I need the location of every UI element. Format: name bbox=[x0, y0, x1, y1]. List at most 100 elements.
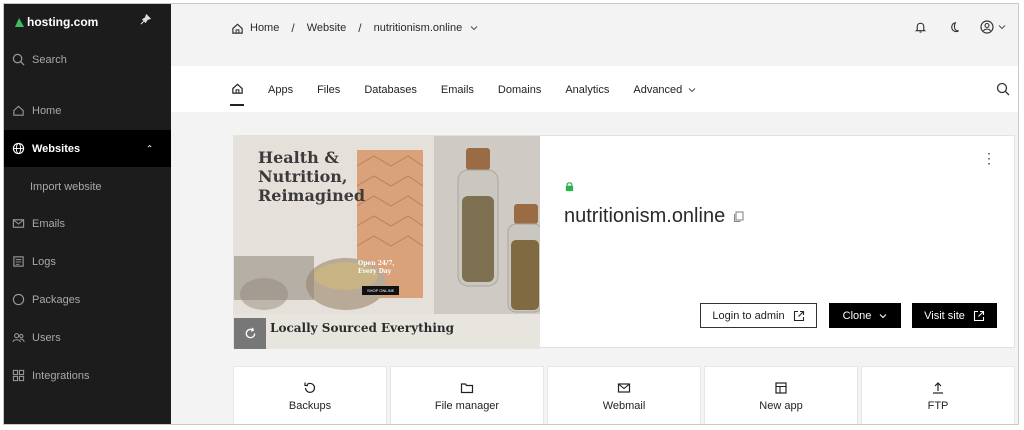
breadcrumb-home-label: Home bbox=[250, 22, 280, 34]
site-tab-bar: Apps Files Databases Emails Domains Anal… bbox=[171, 66, 1018, 112]
upload-icon bbox=[933, 381, 943, 394]
tile-backups[interactable]: Backups bbox=[233, 366, 387, 424]
sidebar-item-label: Home bbox=[32, 104, 62, 117]
site-tabs: Apps Files Databases Emails Domains Anal… bbox=[230, 82, 696, 106]
brand-logo[interactable]: hosting.com bbox=[14, 15, 98, 29]
top-bar: Home / Website / nutritionism.online bbox=[171, 4, 1018, 64]
backup-icon bbox=[304, 382, 316, 393]
search-icon bbox=[12, 53, 25, 66]
package-icon bbox=[12, 293, 25, 306]
site-more-menu-icon[interactable]: ⋮ bbox=[982, 151, 996, 165]
sidebar-item-users[interactable]: Users bbox=[4, 319, 171, 356]
external-link-icon bbox=[973, 310, 984, 321]
home-icon bbox=[13, 105, 24, 116]
tile-ftp[interactable]: FTP bbox=[861, 366, 1015, 424]
chevron-down-icon bbox=[688, 88, 696, 93]
login-to-admin-button[interactable]: Login to admin bbox=[700, 303, 817, 328]
sidebar-item-label: Emails bbox=[32, 217, 66, 230]
breadcrumb-separator: / bbox=[291, 21, 295, 35]
user-avatar-icon bbox=[980, 20, 994, 34]
visit-site-label: Visit site bbox=[924, 309, 965, 322]
breadcrumb: Home / Website / nutritionism.online bbox=[231, 21, 478, 35]
tile-file-manager[interactable]: File manager bbox=[390, 366, 544, 424]
preview-footer: Locally Sourced Everything bbox=[270, 321, 455, 335]
tab-domains[interactable]: Domains bbox=[498, 84, 541, 96]
mail-icon bbox=[617, 382, 631, 393]
ssl-lock-icon bbox=[565, 182, 574, 192]
refresh-preview-button[interactable] bbox=[234, 318, 266, 349]
preview-cta: SHOP ONLINE bbox=[362, 286, 400, 295]
refresh-icon bbox=[245, 327, 255, 339]
site-domain: nutritionism.online bbox=[564, 205, 745, 228]
site-preview-thumbnail[interactable]: Health & Nutrition, Reimagined Open 24/7… bbox=[234, 136, 540, 349]
sidebar-item-logs[interactable]: Logs bbox=[4, 243, 171, 280]
sidebar-item-label: Logs bbox=[32, 255, 56, 268]
sidebar-item-home[interactable]: Home bbox=[4, 92, 171, 129]
breadcrumb-site-label: nutritionism.online bbox=[373, 22, 463, 34]
preview-headline: Health & Nutrition, Reimagined bbox=[258, 148, 366, 205]
tile-label: File manager bbox=[434, 399, 500, 412]
account-menu[interactable] bbox=[980, 20, 1006, 34]
clone-button[interactable]: Clone bbox=[829, 303, 901, 328]
sidebar-item-label: Packages bbox=[32, 293, 81, 306]
integrations-icon bbox=[12, 369, 25, 382]
tab-analytics[interactable]: Analytics bbox=[565, 84, 609, 96]
sidebar-item-integrations[interactable]: Integrations bbox=[4, 357, 171, 394]
bell-icon[interactable] bbox=[914, 20, 927, 34]
sidebar: hosting.com Search Home Websites ⌃ Impor… bbox=[4, 4, 171, 424]
site-domain-label: nutritionism.online bbox=[564, 205, 726, 227]
tab-home[interactable] bbox=[230, 82, 244, 106]
sidebar-search[interactable]: Search bbox=[4, 41, 171, 78]
preview-badge: Open 24/7, Every Day bbox=[358, 260, 395, 275]
tile-label: New app bbox=[759, 399, 803, 412]
sidebar-item-emails[interactable]: Emails bbox=[4, 205, 171, 242]
home-icon bbox=[232, 23, 243, 34]
chevron-up-icon[interactable]: ⌃ bbox=[146, 144, 153, 153]
tab-databases[interactable]: Databases bbox=[364, 84, 417, 96]
users-icon bbox=[12, 333, 25, 343]
tile-webmail[interactable]: Webmail bbox=[547, 366, 701, 424]
copy-icon[interactable] bbox=[733, 210, 745, 223]
breadcrumb-site-selector[interactable]: nutritionism.online bbox=[374, 22, 479, 34]
sidebar-item-label: Websites bbox=[32, 142, 81, 155]
tile-new-app[interactable]: New app bbox=[704, 366, 858, 424]
brand-logo-icon bbox=[15, 17, 24, 27]
logs-icon bbox=[13, 256, 24, 267]
sidebar-item-packages[interactable]: Packages bbox=[4, 281, 171, 318]
dark-mode-moon-icon[interactable] bbox=[947, 21, 960, 34]
sidebar-item-import-website[interactable]: Import website bbox=[30, 181, 102, 193]
tab-files[interactable]: Files bbox=[317, 84, 340, 96]
app-window: hosting.com Search Home Websites ⌃ Impor… bbox=[3, 3, 1019, 425]
search-icon[interactable] bbox=[996, 82, 1010, 96]
app-icon bbox=[775, 381, 787, 394]
mail-icon bbox=[12, 219, 25, 228]
site-card: Health & Nutrition, Reimagined Open 24/7… bbox=[233, 135, 1015, 349]
breadcrumb-home[interactable]: Home bbox=[231, 22, 279, 35]
sidebar-item-label: Integrations bbox=[32, 369, 90, 382]
tab-advanced[interactable]: Advanced bbox=[633, 84, 696, 96]
globe-icon bbox=[12, 142, 25, 155]
chevron-down-icon bbox=[998, 25, 1006, 30]
external-link-icon bbox=[793, 310, 804, 321]
quick-actions: Backups File manager Webmail New app FTP bbox=[233, 366, 1015, 424]
breadcrumb-website[interactable]: Website bbox=[307, 22, 347, 34]
clone-label: Clone bbox=[842, 309, 872, 322]
brand-name: hosting.com bbox=[27, 15, 99, 29]
tab-advanced-label: Advanced bbox=[633, 84, 683, 96]
sidebar-item-websites[interactable]: Websites ⌃ bbox=[4, 130, 171, 167]
tab-apps[interactable]: Apps bbox=[268, 84, 293, 96]
tile-label: Backups bbox=[288, 399, 332, 412]
chevron-down-icon bbox=[879, 313, 887, 318]
sidebar-item-label: Users bbox=[32, 331, 61, 344]
tile-label: Webmail bbox=[602, 399, 646, 412]
sidebar-search-label: Search bbox=[32, 53, 67, 66]
tab-emails[interactable]: Emails bbox=[441, 84, 474, 96]
top-actions bbox=[914, 20, 1006, 34]
login-to-admin-label: Login to admin bbox=[712, 309, 785, 322]
chevron-down-icon bbox=[470, 26, 478, 31]
home-icon bbox=[232, 83, 243, 94]
pin-icon[interactable] bbox=[140, 14, 151, 25]
tile-label: FTP bbox=[927, 399, 949, 412]
visit-site-button[interactable]: Visit site bbox=[912, 303, 997, 328]
folder-icon bbox=[460, 382, 474, 393]
